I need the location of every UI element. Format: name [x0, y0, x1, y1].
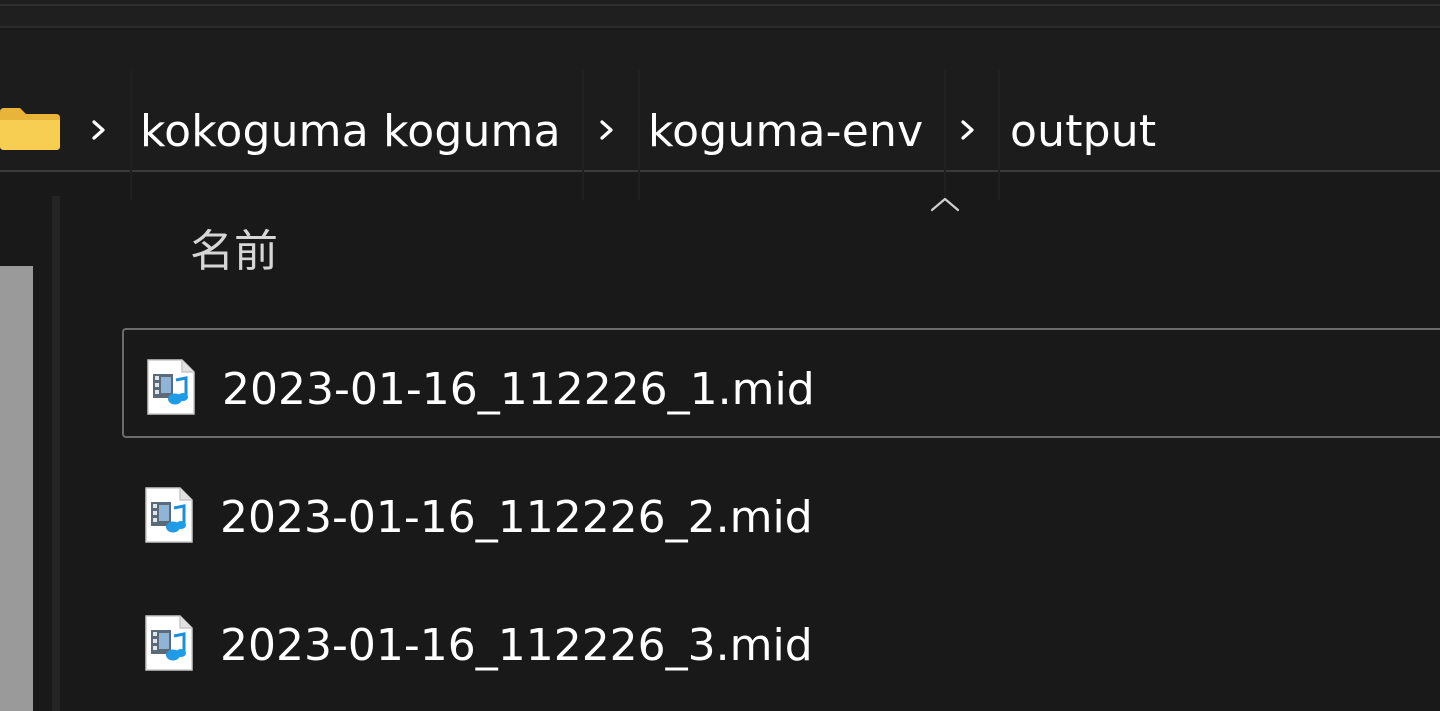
address-bar[interactable]: kokoguma koguma koguma-env output — [0, 30, 1440, 200]
file-explorer-window: kokoguma koguma koguma-env output 名前 202… — [0, 0, 1440, 711]
breadcrumb-divider — [998, 70, 1000, 200]
midi-file-icon — [145, 487, 193, 543]
breadcrumb-divider — [638, 70, 640, 200]
pane-splitter[interactable] — [52, 196, 60, 711]
breadcrumb-divider — [582, 70, 584, 200]
breadcrumb-divider — [944, 70, 946, 200]
file-row[interactable]: 2023-01-16_112226_2.mid — [122, 456, 1440, 566]
midi-file-icon — [145, 615, 193, 671]
sort-ascending-icon — [930, 197, 960, 212]
midi-file-icon — [147, 359, 195, 415]
file-name: 2023-01-16_112226_2.mid — [220, 492, 813, 543]
chevron-right-icon[interactable] — [88, 112, 110, 148]
chevron-right-icon[interactable] — [596, 112, 618, 148]
breadcrumb-item-output[interactable]: output — [1010, 100, 1156, 164]
file-row[interactable]: 2023-01-16_112226_3.mid — [122, 584, 1440, 694]
file-row[interactable]: 2023-01-16_112226_1.mid — [122, 328, 1440, 438]
folder-icon — [0, 108, 60, 150]
title-bar — [0, 0, 1440, 28]
navigation-pane-scrollbar[interactable] — [0, 266, 33, 711]
title-bar-edge — [0, 4, 1440, 6]
breadcrumb-item-kokoguma-koguma[interactable]: kokoguma koguma — [140, 100, 561, 164]
file-name: 2023-01-16_112226_1.mid — [222, 364, 815, 415]
column-header-name[interactable]: 名前 — [190, 220, 278, 284]
file-name: 2023-01-16_112226_3.mid — [220, 620, 813, 671]
breadcrumb-divider — [130, 70, 132, 200]
chevron-right-icon[interactable] — [957, 112, 979, 148]
breadcrumb-item-koguma-env[interactable]: koguma-env — [648, 100, 923, 164]
